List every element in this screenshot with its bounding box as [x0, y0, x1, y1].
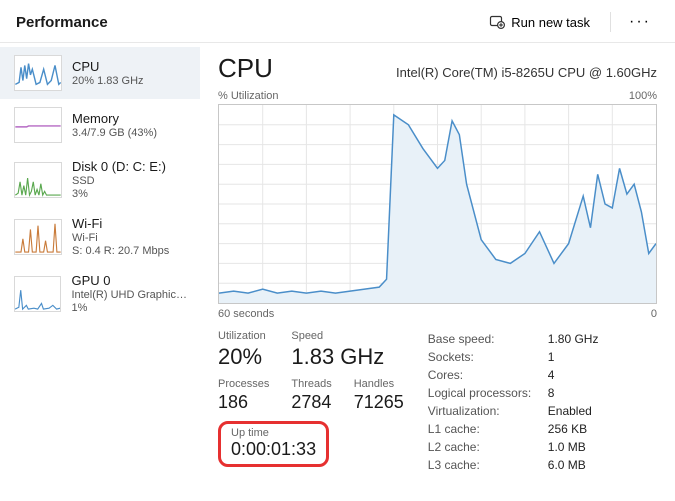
l3-k: L3 cache: [428, 458, 538, 472]
cores-v: 4 [548, 368, 599, 382]
sidebar-memory-sub: 3.4/7.9 GB (43%) [72, 127, 157, 139]
chart-top-left-label: % Utilization [218, 90, 279, 102]
utilization-chart [218, 104, 657, 304]
body: CPU 20% 1.83 GHz Memory 3.4/7.9 GB (43%)… [0, 43, 675, 501]
virt-v: Enabled [548, 404, 599, 418]
sidebar-cpu-name: CPU [72, 59, 144, 74]
base-speed-v: 1.80 GHz [548, 332, 599, 346]
sidebar-wifi-sub1: Wi-Fi [72, 232, 169, 244]
virt-k: Virtualization: [428, 404, 538, 418]
run-new-task-button[interactable]: Run new task [479, 10, 600, 34]
sidebar-item-disk[interactable]: Disk 0 (D: C: E:) SSD 3% [0, 151, 200, 208]
sidebar-disk-sub2: 3% [72, 188, 166, 200]
cores-k: Cores: [428, 368, 538, 382]
sidebar-item-cpu[interactable]: CPU 20% 1.83 GHz [0, 47, 200, 99]
run-task-icon [489, 14, 505, 30]
threads-value: 2784 [291, 392, 331, 413]
run-new-task-label: Run new task [511, 15, 590, 30]
wifi-thumb [14, 219, 62, 255]
lps-k: Logical processors: [428, 386, 538, 400]
sidebar-cpu-sub: 20% 1.83 GHz [72, 75, 144, 87]
cpu-details: Base speed: 1.80 GHz Sockets: 1 Cores: 4 Lo… [428, 330, 599, 472]
utilization-value: 20% [218, 344, 269, 370]
uptime-label: Up time [231, 427, 316, 439]
speed-label: Speed [291, 330, 331, 342]
header-actions: Run new task ··· [479, 10, 659, 34]
sockets-v: 1 [548, 350, 599, 364]
chart-bottom-right-label: 0 [651, 308, 657, 320]
sidebar: CPU 20% 1.83 GHz Memory 3.4/7.9 GB (43%)… [0, 43, 200, 501]
l2-k: L2 cache: [428, 440, 538, 454]
uptime-highlight: Up time 0:00:01:33 [218, 421, 329, 467]
sidebar-wifi-name: Wi-Fi [72, 216, 169, 231]
stats: Utilization Speed 20% 1.83 GHz Processes… [218, 330, 657, 472]
main-panel: CPU Intel(R) Core(TM) i5-8265U CPU @ 1.6… [200, 43, 675, 501]
processes-value: 186 [218, 392, 269, 413]
sockets-k: Sockets: [428, 350, 538, 364]
base-speed-k: Base speed: [428, 332, 538, 346]
memory-thumb [14, 107, 62, 143]
more-button[interactable]: ··· [621, 11, 659, 33]
threads-label: Threads [291, 378, 331, 390]
sidebar-disk-sub1: SSD [72, 175, 166, 187]
sidebar-memory-name: Memory [72, 111, 157, 126]
sidebar-disk-name: Disk 0 (D: C: E:) [72, 159, 166, 174]
handles-value: 71265 [354, 392, 404, 413]
l1-k: L1 cache: [428, 422, 538, 436]
cpu-thumb [14, 55, 62, 91]
chart-top-right-label: 100% [629, 90, 657, 102]
main-title: CPU [218, 53, 273, 84]
uptime-value: 0:00:01:33 [231, 439, 316, 460]
gpu-thumb [14, 276, 61, 312]
sidebar-wifi-sub2: S: 0.4 R: 20.7 Mbps [72, 245, 169, 257]
processes-label: Processes [218, 378, 269, 390]
sidebar-item-memory[interactable]: Memory 3.4/7.9 GB (43%) [0, 99, 200, 151]
utilization-label: Utilization [218, 330, 269, 342]
sidebar-gpu-sub1: Intel(R) UHD Graphics ... [71, 289, 190, 301]
header: Performance Run new task ··· [0, 0, 675, 43]
l2-v: 1.0 MB [548, 440, 599, 454]
disk-thumb [14, 162, 62, 198]
l3-v: 6.0 MB [548, 458, 599, 472]
sidebar-item-wifi[interactable]: Wi-Fi Wi-Fi S: 0.4 R: 20.7 Mbps [0, 208, 200, 265]
divider [610, 12, 611, 32]
lps-v: 8 [548, 386, 599, 400]
cpu-model: Intel(R) Core(TM) i5-8265U CPU @ 1.60GHz [396, 65, 657, 80]
sidebar-item-gpu[interactable]: GPU 0 Intel(R) UHD Graphics ... 1% [0, 265, 200, 322]
chart-bottom-left-label: 60 seconds [218, 308, 274, 320]
page-title: Performance [16, 14, 108, 31]
speed-value: 1.83 GHz [291, 344, 403, 370]
l1-v: 256 KB [548, 422, 599, 436]
handles-label: Handles [354, 378, 404, 390]
sidebar-gpu-sub2: 1% [71, 302, 190, 314]
sidebar-gpu-name: GPU 0 [71, 273, 190, 288]
